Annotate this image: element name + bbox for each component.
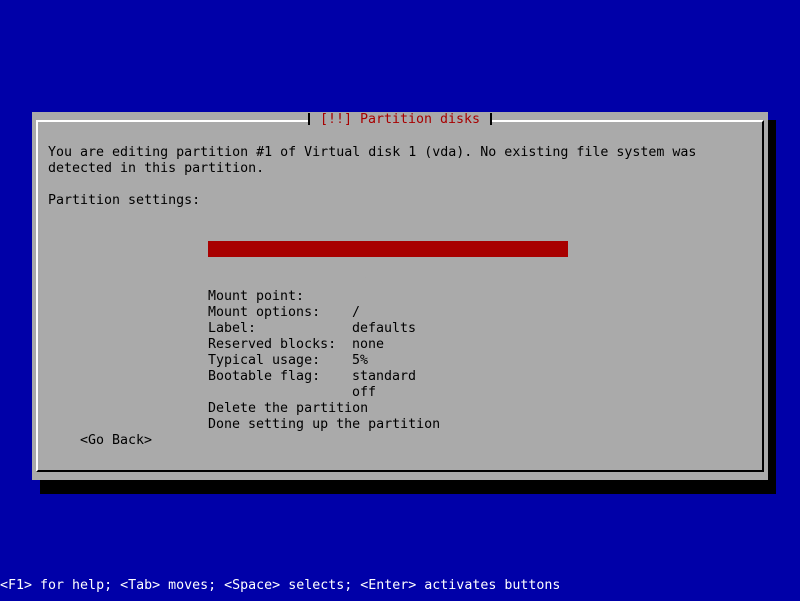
done-setting-up-label: Done setting up the partition [208, 417, 441, 432]
setting-name[interactable]: Name: [208, 225, 568, 256]
partition-settings-header: Partition settings: [48, 193, 201, 208]
status-bar: <F1> for help; <Tab> moves; <Space> sele… [0, 578, 561, 593]
setting-mount-point[interactable]: Mount point: / [208, 273, 568, 320]
dialog-title: [!!] Partition disks [319, 112, 481, 127]
delete-partition-action[interactable]: Delete the partition [208, 385, 568, 416]
partition-dialog: [!!] Partition disks You are editing par… [32, 112, 768, 480]
setting-bootable-flag-label: Bootable flag: [208, 369, 321, 384]
description-line-2: detected in this partition. [48, 161, 265, 176]
dialog-title-frame: [!!] Partition disks [307, 112, 493, 128]
setting-label[interactable]: Label: none [208, 305, 568, 352]
setting-typical-usage-value: standard [352, 369, 417, 384]
setting-mount-options[interactable]: Mount options: defaults [208, 289, 568, 336]
setting-use-as[interactable]: Use as: Ext4 journaling file system [208, 241, 568, 288]
done-setting-up-action[interactable]: Done setting up the partition [208, 401, 568, 432]
setting-use-as-label: Use as: [208, 257, 265, 272]
setting-reserved-blocks[interactable]: Reserved blocks: 5% [208, 321, 568, 368]
go-back-button[interactable]: <Go Back> [80, 433, 152, 449]
dialog-title-bar: [!!] Partition disks [32, 112, 768, 128]
setting-bootable-flag[interactable]: Bootable flag: off [208, 353, 568, 400]
description-line-1: You are editing partition #1 of Virtual … [48, 145, 697, 160]
setting-typical-usage[interactable]: Typical usage: standard [208, 337, 568, 384]
